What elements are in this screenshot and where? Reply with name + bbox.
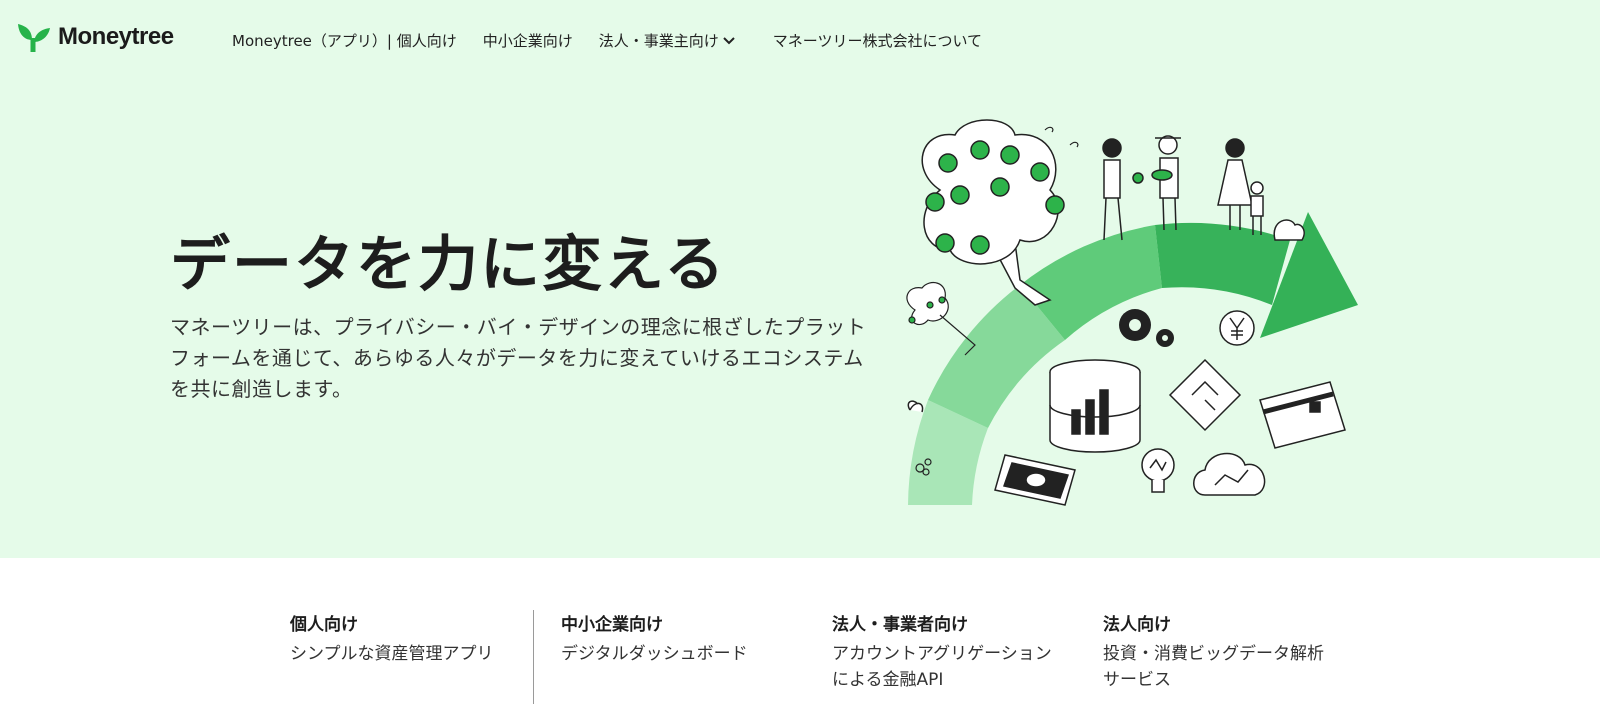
yen-icon [1219,310,1255,346]
hero-illustration [906,119,1358,506]
nav-item-label: Moneytree（アプリ）| 個人向け [232,32,457,50]
cloud-chart-icon [1193,452,1266,496]
category-card-smb[interactable]: 中小企業向け デジタルダッシュボード [561,610,801,667]
hero-section: Moneytree Moneytree（アプリ）| 個人向け 中小企業向け 法人… [0,0,1600,558]
category-card-personal[interactable]: 個人向け シンプルな資産管理アプリ [290,610,530,667]
database-chart-icon [1049,359,1141,453]
category-card-business[interactable]: 法人・事業者向け アカウントアグリゲーションによる金融API [832,610,1054,693]
chevron-down-icon [723,36,735,44]
main-nav: Moneytree（アプリ）| 個人向け 中小企業向け 法人・事業主向け マネー… [232,30,982,51]
category-section: 個人向け シンプルな資産管理アプリ 中小企業向け デジタルダッシュボード 法人・… [0,558,1600,704]
hero-description: マネーツリーは、プライバシー・バイ・デザインの理念に根ざしたプラットフォームを通… [170,315,867,401]
category-subtitle: アカウントアグリゲーションによる金融API [832,644,1052,690]
nav-item-enterprise[interactable]: 法人・事業主向け [599,30,735,51]
bird-icon [1044,126,1079,148]
credit-card-icon [1259,381,1346,449]
nav-item-label: マネーツリー株式会社について [772,32,983,50]
brand-logo[interactable]: Moneytree [16,20,174,54]
brand-name: Moneytree [58,23,174,50]
category-title: 法人向け [1103,615,1171,635]
category-subtitle: 投資・消費ビッグデータ解析サービス [1103,644,1324,690]
lightbulb-icon [1141,448,1175,493]
category-title: 法人・事業者向け [832,615,968,635]
sprout-icon [907,400,924,413]
nav-item-smb[interactable]: 中小企業向け [483,30,573,51]
nav-item-about[interactable]: マネーツリー株式会社について [773,30,982,51]
banknote-icon [994,454,1076,506]
moneytree-logo-icon [18,24,50,52]
nav-item-label: 法人・事業主向け [598,32,719,50]
category-title: 個人向け [290,615,358,635]
category-subtitle: シンプルな資産管理アプリ [290,644,494,664]
nav-item-personal[interactable]: Moneytree（アプリ）| 個人向け [232,30,457,51]
hero-title: データを力に変える [170,230,727,300]
nav-item-label: 中小企業向け [482,32,573,50]
category-subtitle: デジタルダッシュボード [561,644,748,664]
category-title: 中小企業向け [561,615,663,635]
divider [533,610,534,704]
site-header: Moneytree Moneytree（アプリ）| 個人向け 中小企業向け 法人… [0,0,1600,82]
maze-icon [1168,358,1242,432]
gear-icon [1119,309,1174,347]
category-card-enterprise[interactable]: 法人向け 投資・消費ビッグデータ解析サービス [1103,610,1325,693]
